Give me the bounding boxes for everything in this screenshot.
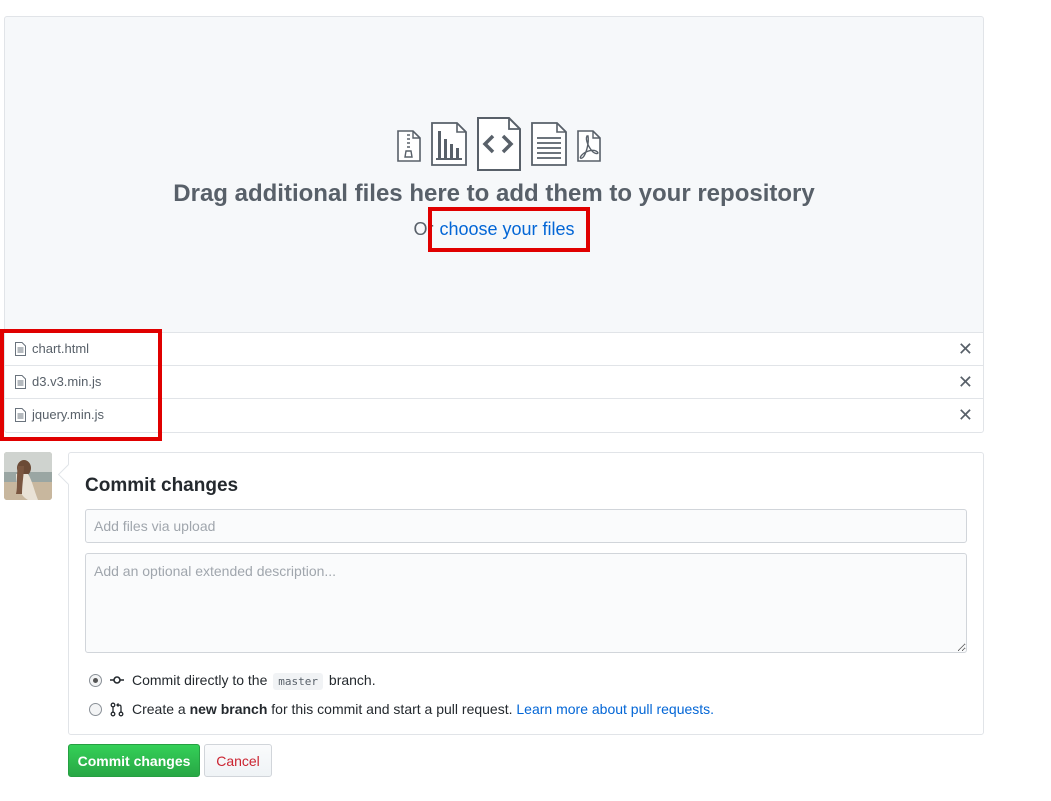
commit-summary-input[interactable] [85,509,967,543]
git-pull-request-icon [110,702,124,717]
file-icon [15,375,26,389]
remove-file-icon[interactable]: ✕ [958,339,973,359]
new-branch-option[interactable]: Create a new branch for this commit and … [89,699,789,719]
uploaded-file-list: chart.html ✕ d3.v3.min.js ✕ jquery.min.j… [4,332,984,433]
file-icon [15,408,26,422]
commit-form: Commit changes Commit directly to the ma… [68,452,984,735]
learn-more-pull-requests-link[interactable]: Learn more about pull requests. [516,701,714,717]
new-branch-bold: new branch [189,701,268,717]
file-name: chart.html [32,341,90,356]
commit-description-textarea[interactable] [85,553,967,653]
pdf-file-icon [577,130,601,162]
remove-file-icon[interactable]: ✕ [958,405,973,425]
commit-direct-text: Commit directly to the [132,672,268,688]
new-branch-text-after: for this commit and start a pull request… [271,701,513,717]
choose-files-line: Or choose your files [5,219,983,240]
commit-direct-label: Commit directly to the master branch. [132,670,376,692]
file-row: jquery.min.js ✕ [5,399,983,432]
chart-file-icon [431,122,467,166]
remove-file-icon[interactable]: ✕ [958,372,973,392]
commit-direct-text-after: branch. [328,672,376,688]
file-type-icons [390,117,610,171]
zip-file-icon [397,130,421,162]
file-name: d3.v3.min.js [32,374,102,389]
commit-form-title: Commit changes [85,475,239,496]
file-name: jquery.min.js [32,407,105,422]
or-text: Or [413,219,434,239]
new-branch-label: Create a new branch for this commit and … [132,699,714,719]
code-file-icon [477,117,521,171]
upload-dropzone[interactable]: Drag additional files here to add them t… [4,16,984,333]
new-branch-radio[interactable] [89,703,102,716]
file-row: chart.html ✕ [5,333,983,366]
dropzone-title: Drag additional files here to add them t… [173,180,815,207]
text-file-icon [531,122,567,166]
file-row: d3.v3.min.js ✕ [5,366,983,399]
cancel-button[interactable]: Cancel [204,744,272,777]
commit-changes-button[interactable]: Commit changes [68,744,200,777]
file-icon [15,342,26,356]
commit-direct-option[interactable]: Commit directly to the master branch. [89,670,489,690]
avatar [4,452,52,500]
new-branch-text: Create a [132,701,186,717]
choose-files-link[interactable]: choose your files [439,219,574,239]
git-commit-icon [110,676,124,684]
branch-name: master [273,673,324,690]
commit-direct-radio[interactable] [89,674,102,687]
